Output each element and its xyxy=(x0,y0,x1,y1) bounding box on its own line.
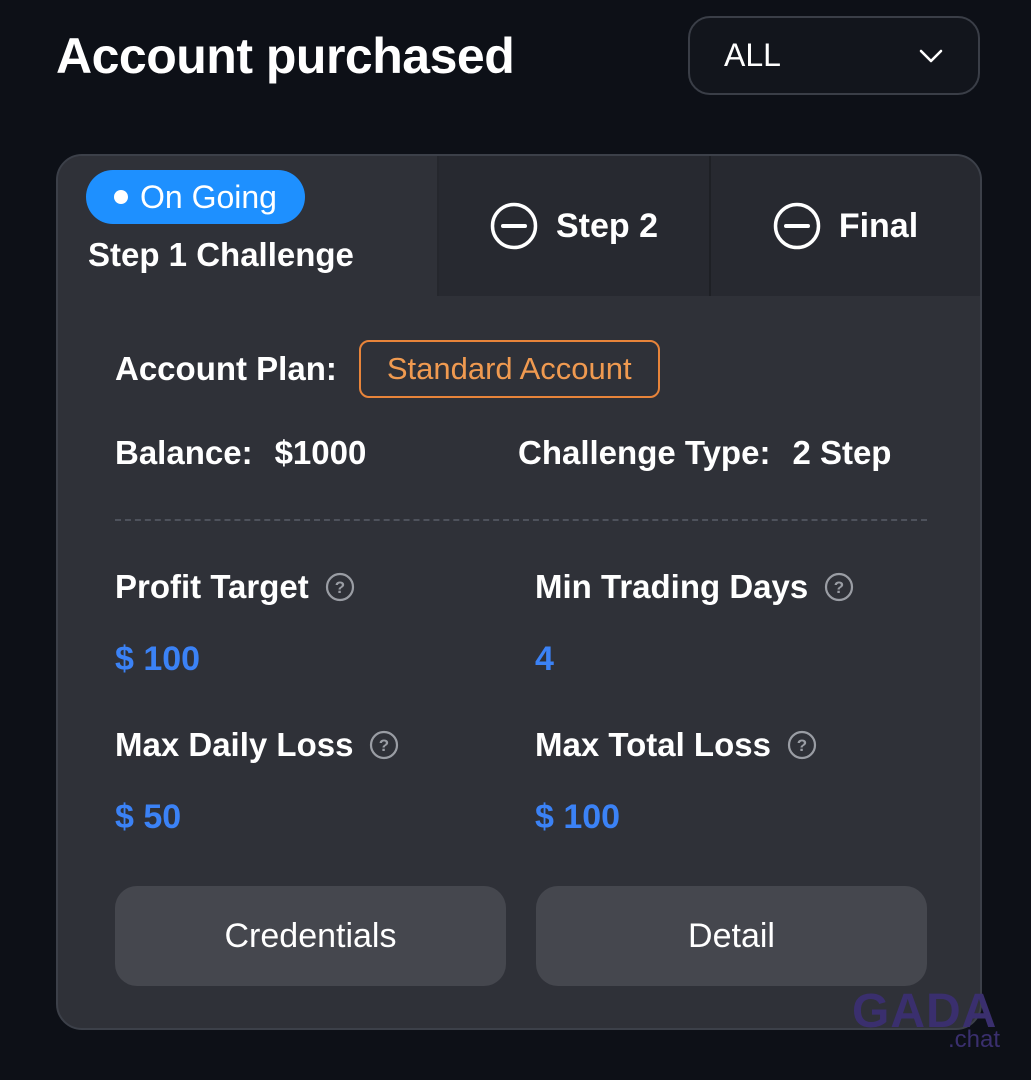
svg-text:?: ? xyxy=(335,578,345,597)
challenge-type-value: 2 Step xyxy=(792,434,892,471)
balance-label: Balance: xyxy=(115,434,253,471)
step-tab-final[interactable]: Final xyxy=(711,156,980,296)
svg-text:?: ? xyxy=(379,736,389,755)
final-step-label: Final xyxy=(838,206,919,245)
step-1-label: Step 1 Challenge xyxy=(88,236,354,273)
status-label: On Going xyxy=(140,178,277,215)
metric-profit-target: Profit Target ? $ 100 xyxy=(115,568,355,679)
challenge-type-label: Challenge Type: xyxy=(518,434,771,471)
profit-target-value: $ 100 xyxy=(115,640,201,678)
svg-text:?: ? xyxy=(797,736,807,755)
status-badge: On Going xyxy=(86,170,305,224)
max-total-loss-label: Max Total Loss xyxy=(535,726,771,763)
account-plan-label: Account Plan: xyxy=(115,350,337,387)
minus-circle-icon xyxy=(773,202,821,250)
min-trading-days-label: Min Trading Days xyxy=(535,568,809,605)
credentials-button[interactable]: Credentials xyxy=(115,886,506,986)
watermark-sub-text: .chat xyxy=(947,1026,1000,1053)
question-circle-icon[interactable]: ? xyxy=(325,572,355,602)
challenge-type-row: Challenge Type: 2 Step xyxy=(518,434,891,472)
metric-max-total-loss: Max Total Loss ? $ 100 xyxy=(535,726,817,837)
chevron-down-icon xyxy=(919,49,943,62)
divider xyxy=(115,519,927,521)
step-2-label: Step 2 xyxy=(555,206,659,245)
filter-selected-value: ALL xyxy=(724,37,781,73)
question-circle-icon[interactable]: ? xyxy=(824,572,854,602)
detail-button[interactable]: Detail xyxy=(536,886,927,986)
metric-max-daily-loss: Max Daily Loss ? $ 50 xyxy=(115,726,399,837)
filter-dropdown[interactable]: ALL xyxy=(688,16,980,95)
step-tab-step-2[interactable]: Step 2 xyxy=(439,156,711,296)
account-card: On Going Step 1 Challenge Step 2 Final A… xyxy=(56,154,982,1030)
watermark-logo: GADA .chat xyxy=(852,988,1002,1054)
balance-row: Balance: $1000 xyxy=(115,434,366,472)
profit-target-label: Profit Target xyxy=(115,568,309,605)
challenge-steps: On Going Step 1 Challenge Step 2 Final xyxy=(58,156,980,296)
account-plan-row: Account Plan: Standard Account xyxy=(115,340,660,398)
question-circle-icon[interactable]: ? xyxy=(369,730,399,760)
step-tab-step-1[interactable]: On Going Step 1 Challenge xyxy=(58,156,439,296)
minus-circle-icon xyxy=(490,202,538,250)
max-daily-loss-label: Max Daily Loss xyxy=(115,726,354,763)
balance-value: $1000 xyxy=(274,434,367,471)
metric-min-trading-days: Min Trading Days ? 4 xyxy=(535,568,854,679)
status-dot-icon xyxy=(114,190,128,204)
min-trading-days-value: 4 xyxy=(535,640,554,678)
question-circle-icon[interactable]: ? xyxy=(787,730,817,760)
account-plan-badge: Standard Account xyxy=(358,340,660,398)
max-daily-loss-value: $ 50 xyxy=(115,798,182,836)
svg-text:?: ? xyxy=(834,578,844,597)
page-title: Account purchased xyxy=(56,28,515,84)
max-total-loss-value: $ 100 xyxy=(535,798,621,836)
